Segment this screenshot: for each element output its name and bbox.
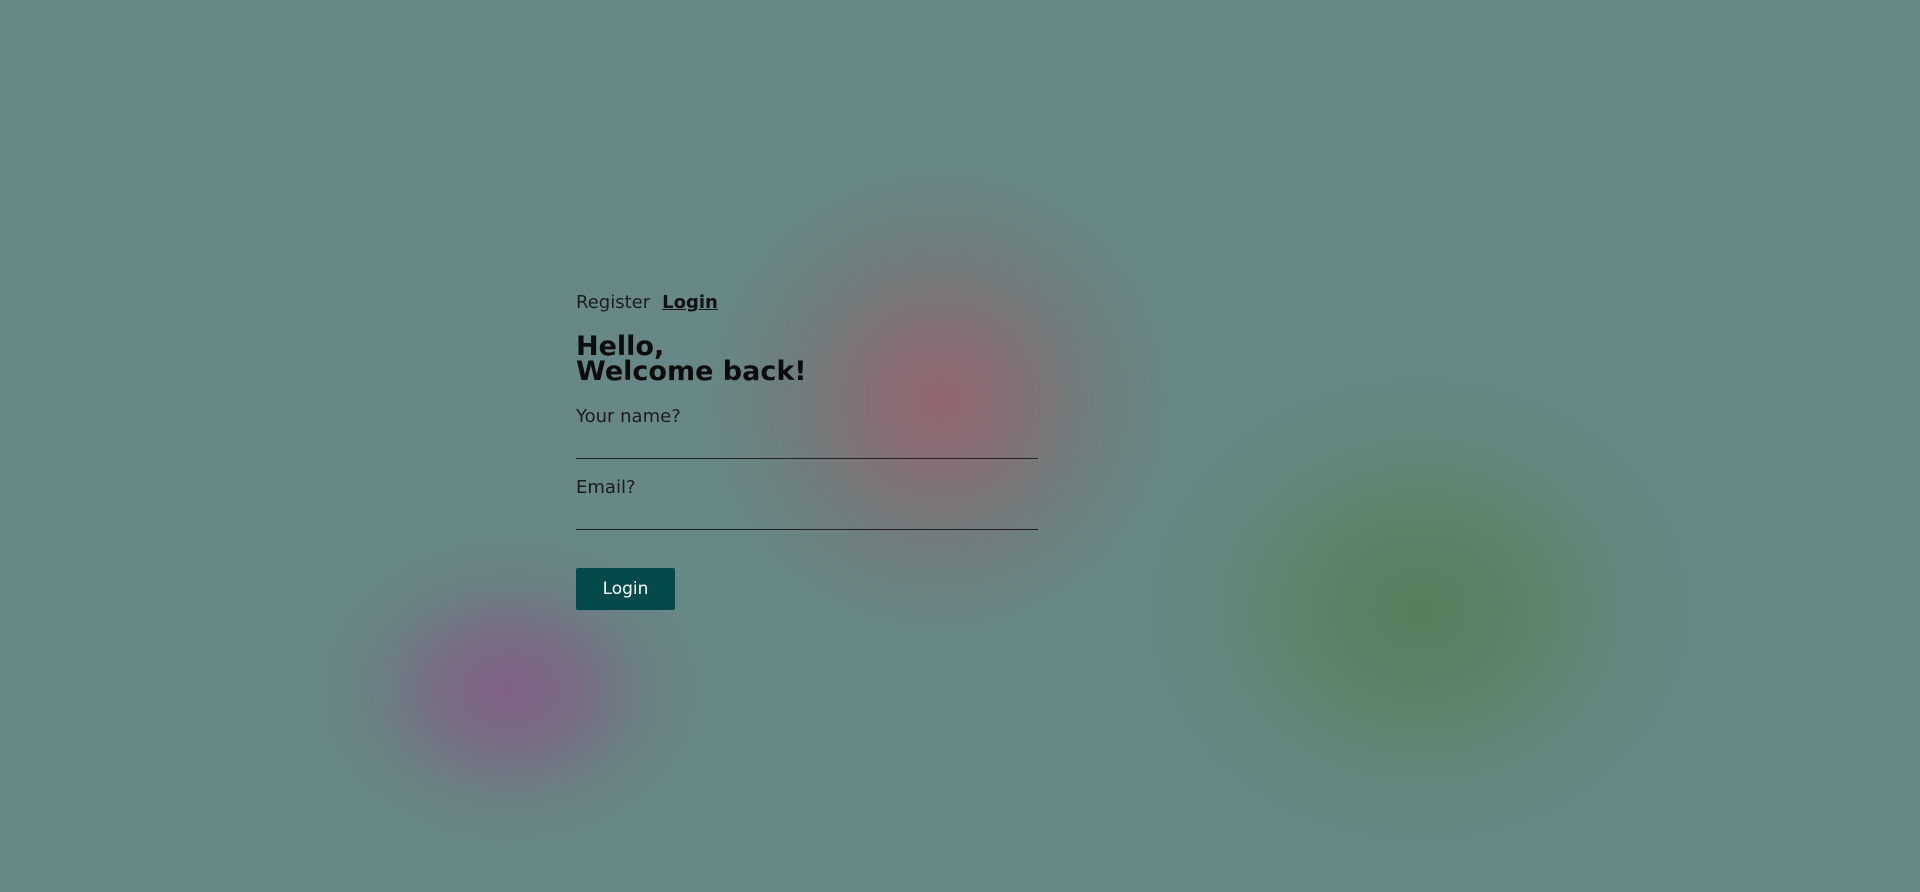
email-field-group: Email?: [576, 477, 1038, 530]
email-label: Email?: [576, 477, 636, 498]
heading-line-2: Welcome back!: [576, 356, 807, 387]
email-input[interactable]: [576, 503, 1038, 530]
name-input[interactable]: [576, 432, 1038, 459]
page-title: Hello, Welcome back!: [576, 333, 1038, 387]
login-form: Register Login Hello, Welcome back! Your…: [576, 292, 1038, 610]
auth-tabs: Register Login: [576, 292, 1038, 318]
background-blob-green: [1140, 370, 1700, 850]
tab-register[interactable]: Register: [576, 292, 650, 313]
name-field-group: Your name?: [576, 406, 1038, 459]
login-button[interactable]: Login: [576, 568, 675, 610]
tab-login[interactable]: Login: [662, 292, 718, 313]
name-label: Your name?: [576, 406, 681, 427]
